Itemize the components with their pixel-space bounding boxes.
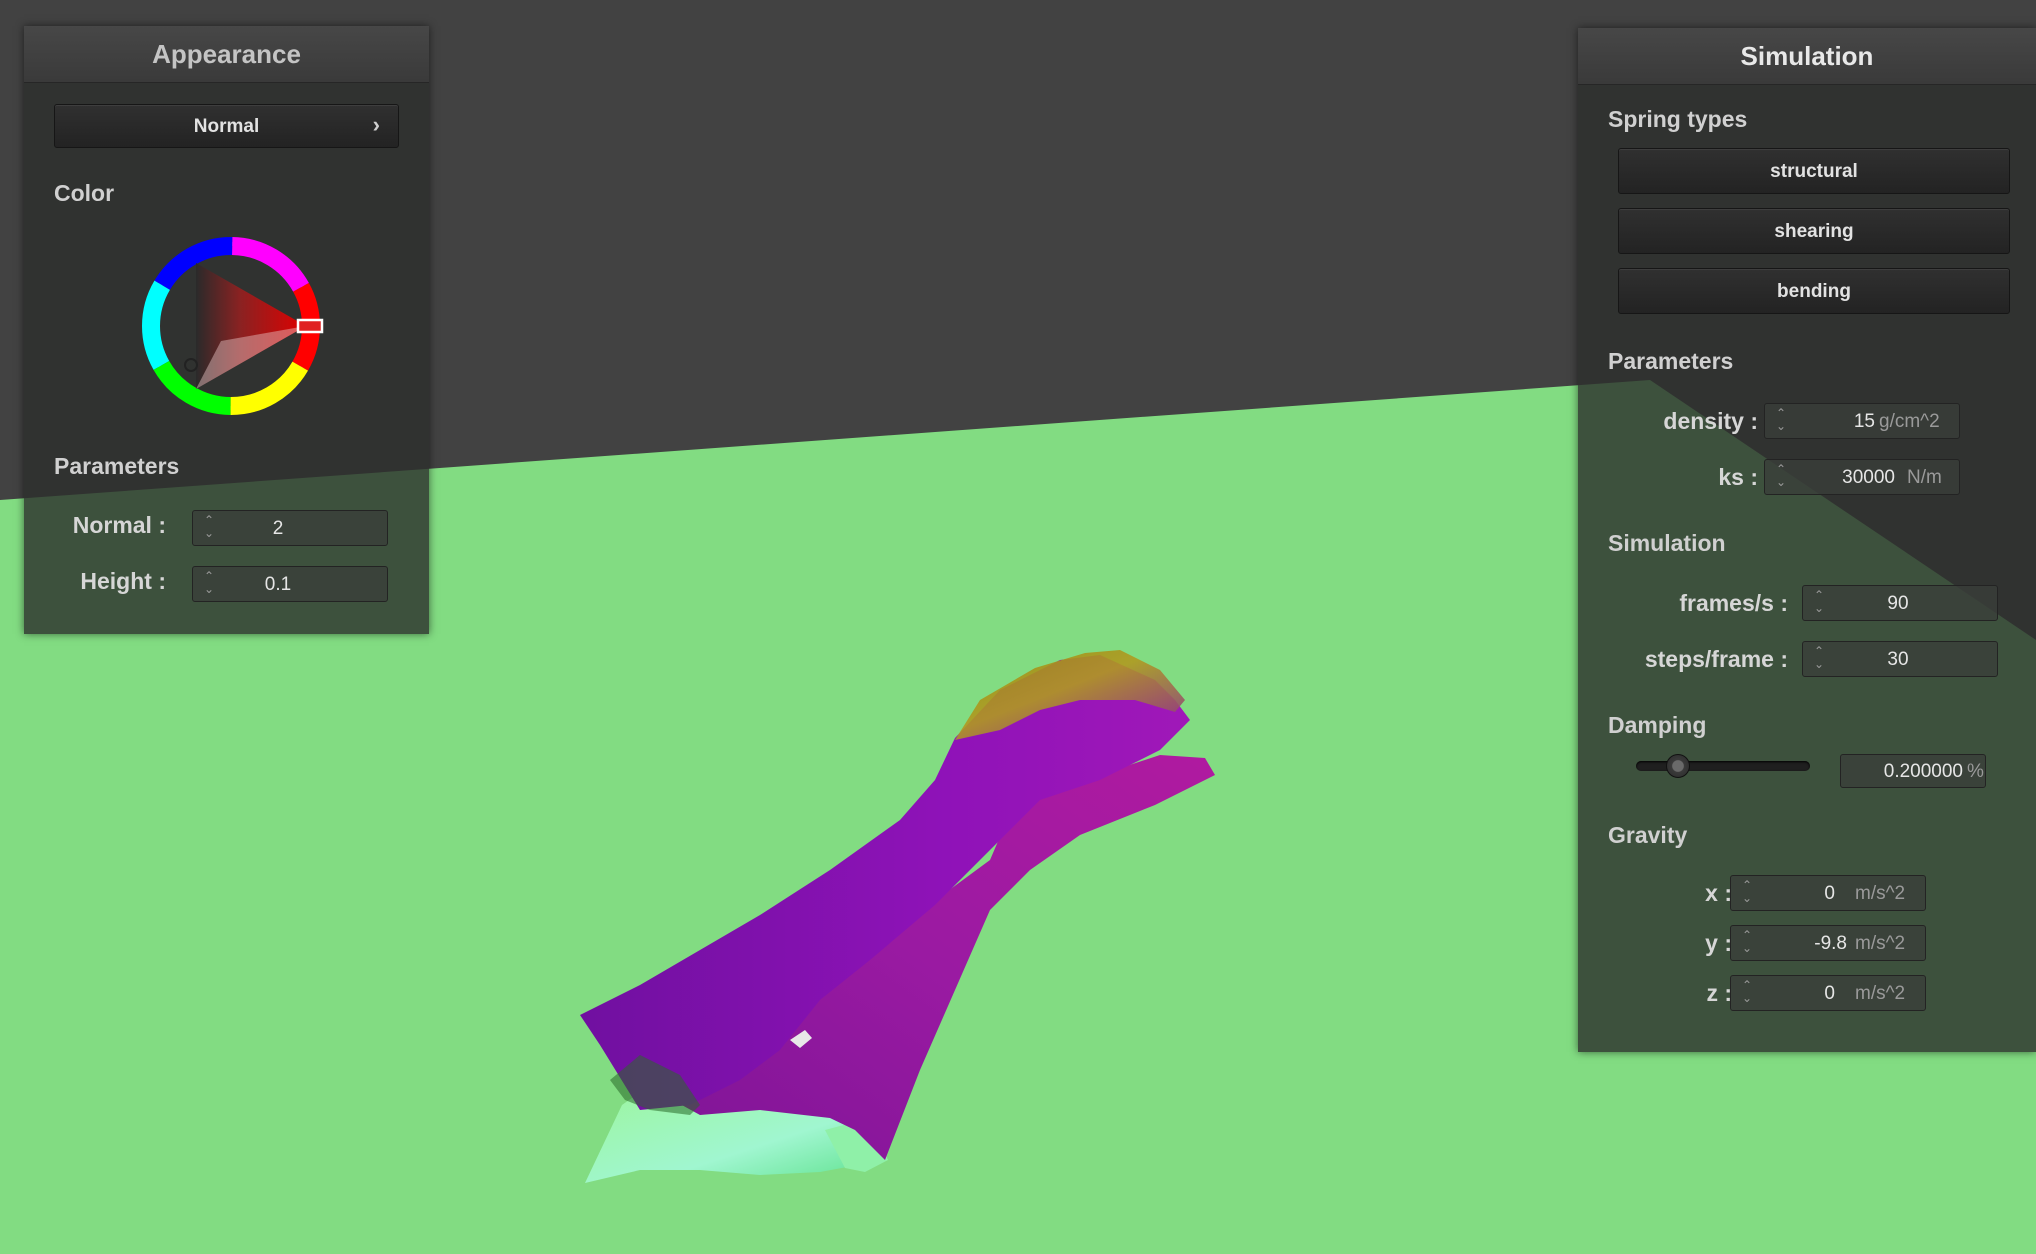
spinner-arrows-icon[interactable]: ⌃ ⌄: [1740, 979, 1754, 1005]
appearance-parameters-label: Parameters: [54, 453, 180, 479]
density-label: density :: [1663, 408, 1758, 434]
frames-per-second-label: frames/s :: [1679, 590, 1788, 616]
damping-label: Damping: [1608, 712, 1707, 738]
color-wheel[interactable]: [136, 231, 326, 421]
ks-unit: N/m: [1907, 467, 1942, 488]
density-unit: g/cm^2: [1879, 411, 1940, 432]
saturation-handle[interactable]: [184, 358, 198, 372]
spinner-arrows-icon[interactable]: ⌃ ⌄: [1812, 589, 1826, 615]
frames-per-second-value: 90: [1887, 593, 1909, 614]
normal-mode-dropdown[interactable]: Normal ›: [54, 104, 399, 148]
density-value: 15: [1853, 411, 1875, 432]
frames-per-second-spinbox[interactable]: ⌃ ⌄ 90: [1802, 585, 1998, 621]
spring-types-label: Spring types: [1608, 106, 1748, 132]
normal-param-label: Normal :: [72, 512, 166, 538]
gravity-z-unit: m/s^2: [1855, 983, 1906, 1004]
spinner-arrows-icon[interactable]: ⌃ ⌄: [1774, 463, 1788, 489]
spinner-arrows-icon[interactable]: ⌃ ⌄: [1740, 929, 1754, 955]
steps-per-frame-spinbox[interactable]: ⌃ ⌄ 30: [1802, 641, 1998, 677]
normal-param-value: 2: [272, 518, 284, 539]
hue-handle[interactable]: [296, 318, 324, 334]
height-param-spinbox[interactable]: ⌃ ⌄ 0.1: [192, 566, 388, 602]
shearing-spring-button[interactable]: shearing: [1618, 208, 2010, 254]
gravity-y-value: -9.8: [1814, 933, 1847, 954]
ks-label: ks :: [1718, 464, 1758, 490]
structural-spring-button[interactable]: structural: [1618, 148, 2010, 194]
spinner-arrows-icon[interactable]: ⌃ ⌄: [202, 570, 216, 596]
simulation-parameters-label: Parameters: [1608, 348, 1734, 374]
damping-spinbox[interactable]: 0.200000 %: [1840, 754, 1986, 788]
gravity-label: Gravity: [1608, 822, 1688, 848]
simulation-panel: Simulation Spring types structural shear…: [1578, 28, 2036, 1052]
gravity-x-unit: m/s^2: [1855, 883, 1906, 904]
damping-value: 0.200000: [1883, 761, 1963, 782]
gravity-z-label: z :: [1706, 980, 1732, 1006]
simulation-section-label: Simulation: [1608, 530, 1726, 556]
normal-mode-label: Normal: [193, 116, 260, 137]
spinner-arrows-icon[interactable]: ⌃ ⌄: [1774, 407, 1788, 433]
bending-spring-button[interactable]: bending: [1618, 268, 2010, 314]
spinner-arrows-icon[interactable]: ⌃ ⌄: [202, 514, 216, 540]
ks-spinbox[interactable]: ⌃ ⌄ 30000 N/m: [1764, 459, 1960, 495]
height-param-label: Height :: [80, 568, 166, 594]
normal-param-spinbox[interactable]: ⌃ ⌄ 2: [192, 510, 388, 546]
gravity-x-spinbox[interactable]: ⌃ ⌄ 0 m/s^2: [1730, 875, 1926, 911]
appearance-panel-title[interactable]: Appearance: [24, 26, 429, 83]
gravity-x-label: x :: [1705, 880, 1732, 906]
damping-slider-knob[interactable]: [1666, 754, 1690, 778]
gravity-y-spinbox[interactable]: ⌃ ⌄ -9.8 m/s^2: [1730, 925, 1926, 961]
gravity-z-spinbox[interactable]: ⌃ ⌄ 0 m/s^2: [1730, 975, 1926, 1011]
damping-unit: %: [1967, 761, 1984, 782]
height-param-value: 0.1: [264, 574, 292, 595]
chevron-right-icon: ›: [372, 112, 380, 137]
spinner-arrows-icon[interactable]: ⌃ ⌄: [1740, 879, 1754, 905]
gravity-y-unit: m/s^2: [1855, 933, 1906, 954]
color-section-label: Color: [54, 180, 115, 206]
simulation-panel-title[interactable]: Simulation: [1578, 28, 2036, 85]
steps-per-frame-label: steps/frame :: [1644, 646, 1788, 672]
spinner-arrows-icon[interactable]: ⌃ ⌄: [1812, 645, 1826, 671]
steps-per-frame-value: 30: [1887, 649, 1909, 670]
appearance-panel: Appearance Normal › Color Parameters Nor…: [24, 26, 429, 634]
gravity-z-value: 0: [1824, 983, 1835, 1004]
density-spinbox[interactable]: ⌃ ⌄ 15 g/cm^2: [1764, 403, 1960, 439]
gravity-x-value: 0: [1824, 883, 1835, 904]
damping-slider[interactable]: [1636, 754, 1810, 778]
gravity-y-label: y :: [1705, 930, 1732, 956]
ks-value: 30000: [1842, 467, 1895, 488]
